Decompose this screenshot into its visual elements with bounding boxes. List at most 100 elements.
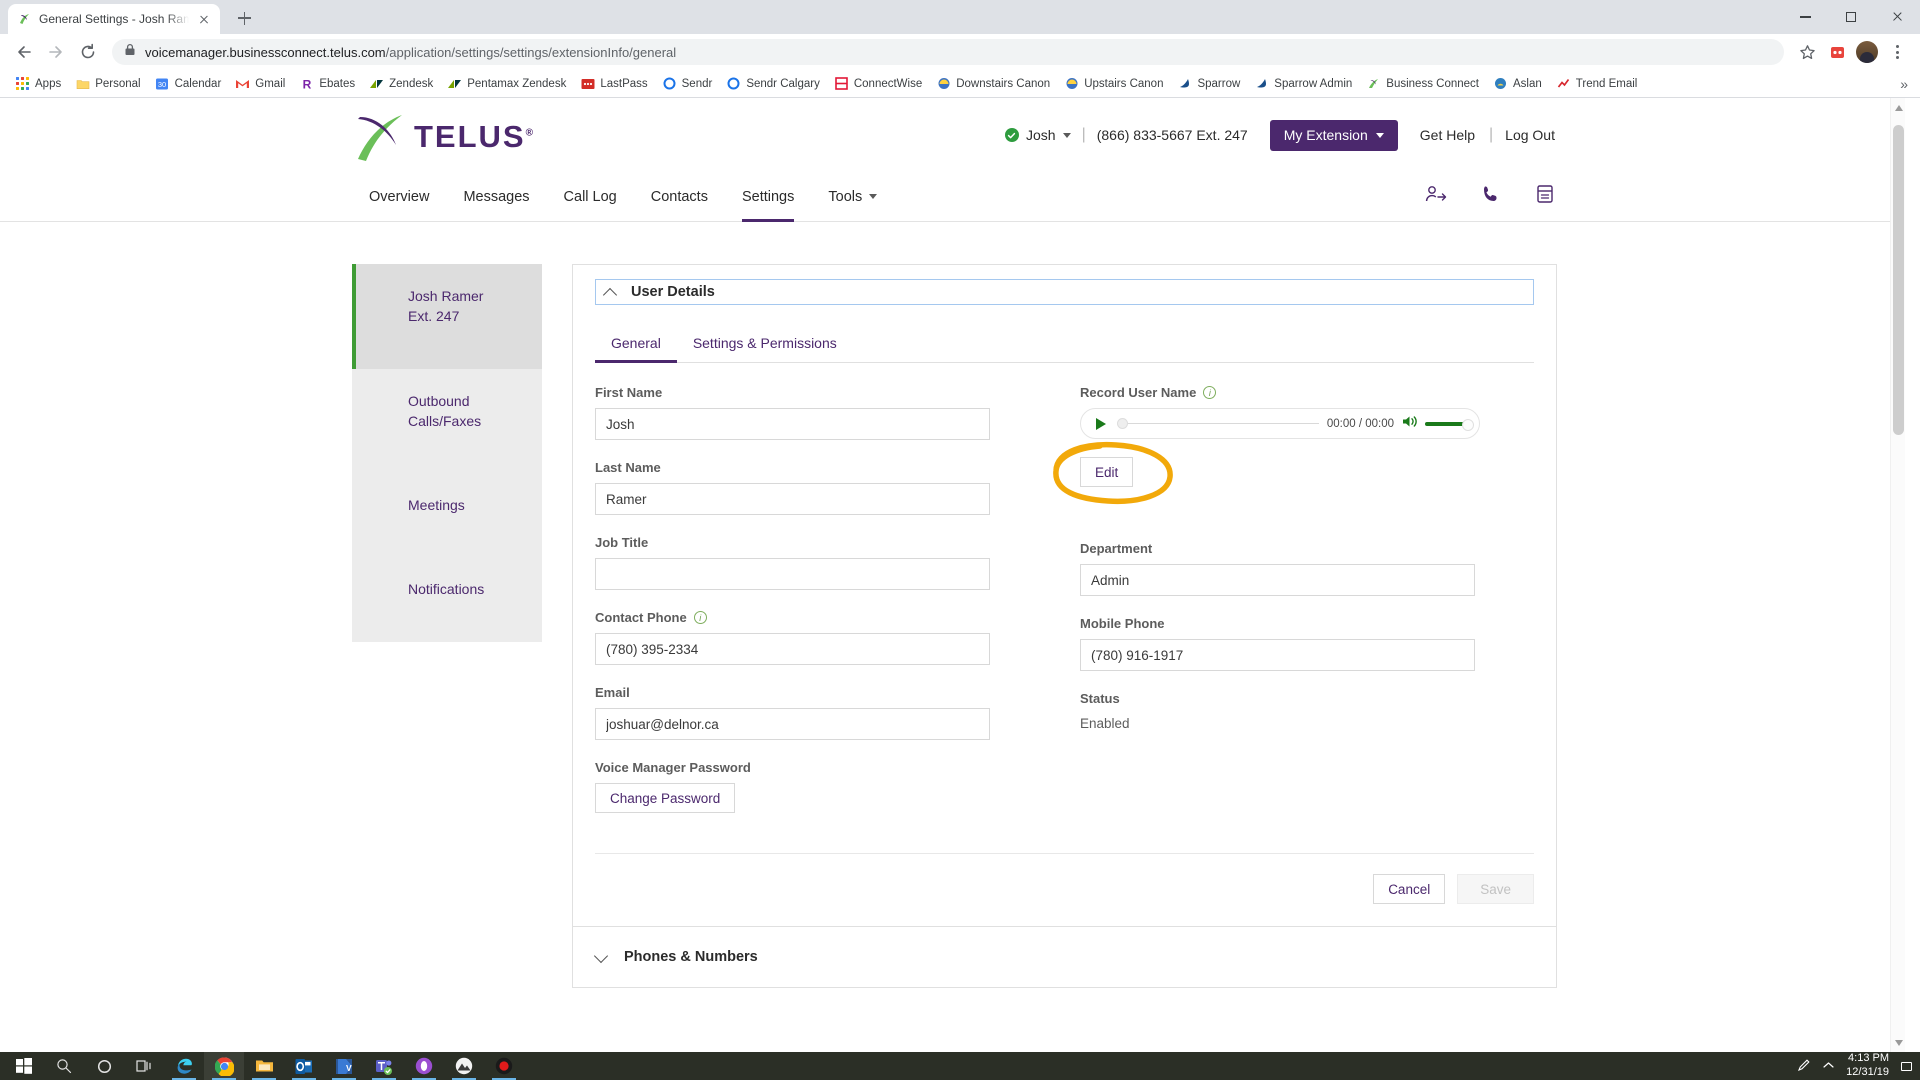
sidebar-item-outbound-calls-faxes[interactable]: Outbound Calls/Faxes — [352, 369, 542, 474]
bookmark-business-connect[interactable]: Business Connect — [1359, 73, 1486, 95]
close-icon[interactable] — [196, 11, 212, 27]
extension-icon[interactable] — [1824, 39, 1850, 65]
user-details-header[interactable]: User Details — [595, 279, 1534, 305]
app-purple-button[interactable] — [404, 1052, 444, 1080]
bookmark-star-icon[interactable] — [1794, 39, 1820, 65]
bookmark-sparrow[interactable]: Sparrow — [1170, 73, 1247, 95]
bookmark-pentamax-zendesk[interactable]: Pentamax Zendesk — [440, 73, 573, 95]
show-hidden-icons-button[interactable] — [1823, 1060, 1834, 1072]
info-icon[interactable]: i — [693, 611, 707, 624]
task-view-button[interactable] — [124, 1052, 164, 1080]
scrollbar-thumb[interactable] — [1893, 125, 1904, 435]
sidebar-item-notifications[interactable]: Notifications — [352, 557, 542, 641]
taskbar-clock[interactable]: 4:13 PM 12/31/19 — [1846, 1052, 1889, 1080]
my-extension-button[interactable]: My Extension — [1269, 119, 1398, 151]
three-dot-menu-icon[interactable] — [1884, 39, 1910, 65]
user-name-label: Josh — [1025, 127, 1056, 143]
scroll-up-arrow-icon[interactable] — [1891, 100, 1906, 115]
new-tab-button[interactable] — [230, 4, 258, 32]
sidebar-item-meetings[interactable]: Meetings — [352, 473, 542, 557]
bookmark-downstairs-canon[interactable]: Downstairs Canon — [929, 73, 1057, 95]
visio-button[interactable]: V — [324, 1052, 364, 1080]
user-menu[interactable]: Josh — [1004, 127, 1071, 143]
bookmark-gmail[interactable]: Gmail — [228, 73, 292, 95]
chevron-up-icon[interactable] — [604, 286, 617, 299]
get-help-link[interactable]: Get Help — [1420, 127, 1475, 143]
teams-button[interactable] — [364, 1052, 404, 1080]
pen-icon[interactable] — [1797, 1058, 1811, 1075]
bookmark-personal[interactable]: Personal — [68, 73, 147, 95]
apps-grid-icon — [15, 76, 30, 91]
contacts-transfer-icon[interactable] — [1425, 184, 1447, 209]
bookmark-connectwise[interactable]: ConnectWise — [827, 73, 929, 95]
audio-player[interactable]: 00:00 / 00:00 — [1080, 408, 1480, 439]
email-input[interactable] — [595, 708, 990, 740]
bookmark-apps[interactable]: Apps — [8, 73, 68, 95]
bookmark-ebates[interactable]: R Ebates — [292, 73, 362, 95]
cancel-button[interactable]: Cancel — [1373, 874, 1446, 904]
bookmark-zendesk[interactable]: Zendesk — [362, 73, 440, 95]
department-input[interactable] — [1080, 564, 1475, 596]
sidebar-item-user[interactable]: Josh Ramer Ext. 247 — [352, 264, 542, 369]
address-bar[interactable]: voicemanager.businessconnect.telus.com/a… — [112, 39, 1784, 65]
mobile-phone-input[interactable] — [1080, 639, 1475, 671]
outlook-button[interactable] — [284, 1052, 324, 1080]
back-arrow-icon[interactable] — [10, 38, 38, 66]
browser-tab[interactable]: General Settings - Josh Ramer - j — [8, 4, 220, 34]
log-out-link[interactable]: Log Out — [1505, 127, 1555, 143]
start-button[interactable] — [4, 1052, 44, 1080]
chevron-down-icon[interactable] — [595, 951, 608, 964]
photos-button[interactable] — [444, 1052, 484, 1080]
telus-logo[interactable]: TELUS® — [352, 108, 534, 162]
nav-item-call-log[interactable]: Call Log — [547, 172, 634, 222]
bookmark-sendr[interactable]: Sendr — [655, 73, 720, 95]
bookmark-label: LastPass — [600, 77, 648, 90]
bookmark-upstairs-canon[interactable]: Upstairs Canon — [1057, 73, 1170, 95]
scroll-down-arrow-icon[interactable] — [1891, 1035, 1906, 1050]
record-button[interactable] — [484, 1052, 524, 1080]
notification-icon[interactable] — [1901, 1061, 1912, 1071]
first-name-input[interactable] — [595, 408, 990, 440]
bookmarks-overflow-button[interactable]: » — [1900, 76, 1912, 92]
profile-avatar-icon[interactable] — [1854, 39, 1880, 65]
maximize-button[interactable] — [1828, 0, 1874, 34]
nav-item-messages[interactable]: Messages — [446, 172, 546, 222]
bookmark-lastpass[interactable]: LastPass — [573, 73, 654, 95]
bookmark-aslan[interactable]: Aslan — [1486, 73, 1549, 95]
close-window-button[interactable] — [1874, 0, 1920, 34]
last-name-input[interactable] — [595, 483, 990, 515]
phones-and-numbers-section[interactable]: Phones & Numbers — [573, 926, 1556, 987]
edge-button[interactable] — [164, 1052, 204, 1080]
bookmark-calendar[interactable]: 30 Calendar — [148, 73, 229, 95]
play-triangle-icon[interactable] — [1089, 414, 1109, 434]
chrome-button[interactable] — [204, 1052, 244, 1080]
reload-icon[interactable] — [74, 38, 102, 66]
file-explorer-button[interactable] — [244, 1052, 284, 1080]
seek-slider[interactable] — [1117, 418, 1319, 430]
info-icon[interactable]: i — [1203, 386, 1217, 399]
minimize-button[interactable] — [1782, 0, 1828, 34]
job-title-input[interactable] — [595, 558, 990, 590]
folder-icon — [75, 76, 90, 91]
nav-item-tools[interactable]: Tools — [811, 172, 894, 222]
tab-general[interactable]: General — [595, 327, 677, 363]
edit-button[interactable]: Edit — [1080, 457, 1134, 487]
bookmark-sendr-calgary[interactable]: Sendr Calgary — [719, 73, 827, 95]
volume-slider[interactable] — [1425, 418, 1474, 431]
nav-item-overview[interactable]: Overview — [352, 172, 446, 222]
speaker-volume-icon[interactable] — [1402, 414, 1419, 434]
cortana-button[interactable] — [84, 1052, 124, 1080]
change-password-button[interactable]: Change Password — [595, 783, 736, 813]
page-scrollbar[interactable] — [1890, 98, 1905, 1052]
bookmark-trend-email[interactable]: Trend Email — [1549, 73, 1645, 95]
tab-settings-permissions[interactable]: Settings & Permissions — [677, 327, 853, 362]
phone-handset-icon[interactable] — [1481, 184, 1501, 209]
bookmark-sparrow-admin[interactable]: Sparrow Admin — [1247, 73, 1359, 95]
nav-item-settings[interactable]: Settings — [725, 172, 811, 222]
mobile-phone-group: Mobile Phone — [1080, 616, 1475, 671]
fax-machine-icon[interactable] — [1535, 184, 1555, 209]
contact-phone-input[interactable] — [595, 633, 990, 665]
search-button[interactable] — [44, 1052, 84, 1080]
nav-item-contacts[interactable]: Contacts — [634, 172, 725, 222]
forward-arrow-icon[interactable] — [42, 38, 70, 66]
